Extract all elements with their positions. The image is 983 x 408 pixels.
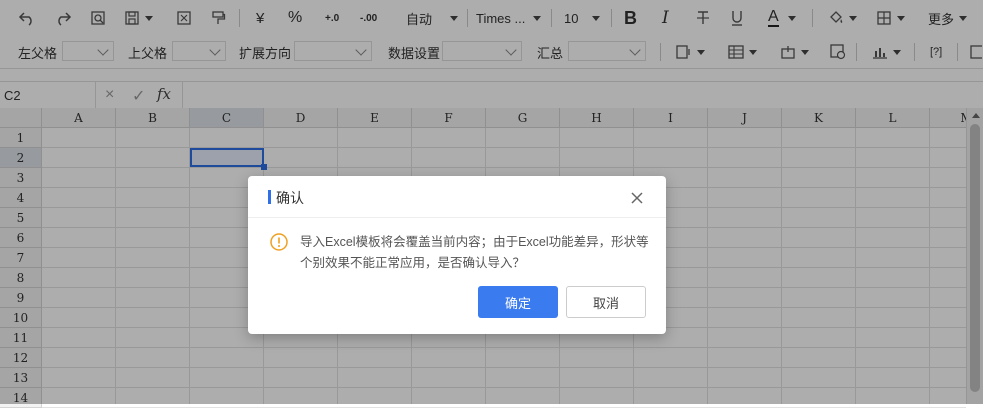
- dialog-title: 确认: [276, 190, 304, 206]
- dialog-header: 确认: [248, 176, 666, 218]
- confirm-dialog: 确认 导入Excel模板将会覆盖当前内容；由于Excel功能差异，形状等个别效果…: [248, 176, 666, 334]
- dialog-message: 导入Excel模板将会覆盖当前内容；由于Excel功能差异，形状等个别效果不能正…: [300, 235, 649, 270]
- spreadsheet-app: ¥ % +.0 -.00 自动 Times ... 10 B I A 更多 左父…: [0, 0, 983, 408]
- warning-icon: [270, 233, 288, 251]
- cancel-button[interactable]: 取消: [566, 286, 646, 318]
- confirm-button[interactable]: 确定: [478, 286, 558, 318]
- close-icon[interactable]: [630, 191, 644, 205]
- dialog-title-accent: [268, 190, 271, 204]
